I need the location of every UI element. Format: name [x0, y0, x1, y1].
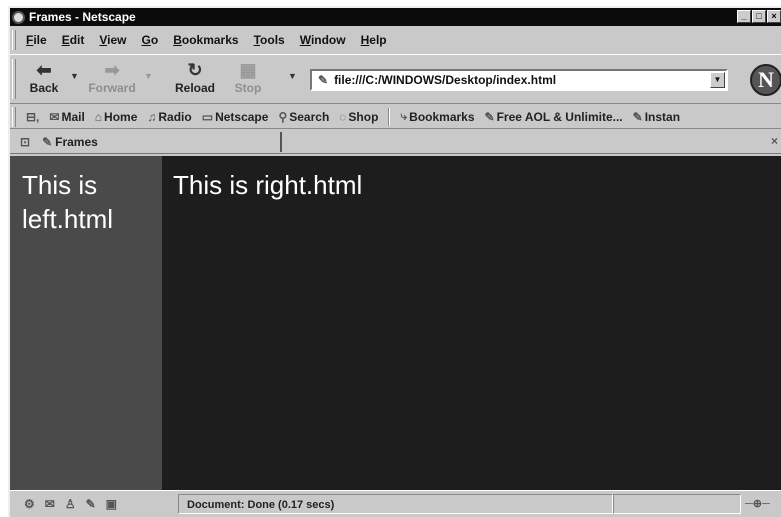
link-icon: ✎	[484, 109, 495, 124]
mail-icon[interactable]: ✉	[45, 497, 55, 511]
bookmark-folder-icon[interactable]: ⊟,	[26, 110, 39, 124]
component-bar: ⚙ ✉ ♙ ✎ ▣	[10, 497, 178, 511]
personal-item-search[interactable]: ⚲ Search	[278, 110, 329, 124]
back-arrow-icon: ⬅	[36, 60, 52, 80]
personal-item-radio[interactable]: ♫ Radio	[147, 110, 191, 124]
status-bar: ⚙ ✉ ♙ ✎ ▣ Document: Done (0.17 secs) ─⊕─	[10, 490, 781, 517]
page-icon: ✎	[42, 134, 53, 149]
left-frame: This is left.html	[10, 156, 162, 490]
home-icon: ⌂	[94, 109, 103, 124]
personal-item-free-aol[interactable]: ✎ Free AOL & Unlimite...	[485, 110, 623, 124]
navigation-toolbar: ⬅ Back ▼ ➡ Forward ▼ ↻ Reload ▦ Stop ▼ ✎…	[10, 54, 781, 104]
menu-file[interactable]: File	[26, 33, 47, 47]
menu-edit[interactable]: Edit	[62, 33, 85, 47]
security-lock-icon[interactable]: ─⊕─	[741, 494, 781, 514]
personal-toolbar: ⊟, ✉ Mail ⌂ Home ♫ Radio ▭ Netscape ⚲ Search …	[10, 105, 781, 129]
forward-arrow-icon: ➡	[104, 60, 120, 80]
tab-bar: ⊡ ✎ Frames ×	[10, 130, 781, 154]
stop-label: Stop	[234, 81, 262, 95]
new-tab-icon[interactable]: ⊡	[20, 135, 30, 149]
back-label: Back	[29, 81, 59, 95]
mail-icon: ✉	[49, 109, 60, 124]
stop-button[interactable]: ▦ Stop	[228, 59, 268, 95]
composer-icon[interactable]: ✎	[86, 497, 96, 511]
menu-help[interactable]: Help	[361, 33, 387, 47]
status-text: Document: Done (0.17 secs)	[178, 494, 613, 514]
navigator-icon[interactable]: ⚙	[24, 497, 35, 511]
history-dropdown-icon[interactable]: ▼	[288, 71, 297, 81]
menu-tools[interactable]: Tools	[254, 33, 285, 47]
menu-window[interactable]: Window	[300, 33, 346, 47]
netscape-logo[interactable]: N	[750, 64, 781, 96]
tab-label: Frames	[55, 134, 98, 149]
back-button[interactable]: ⬅ Back	[22, 59, 66, 95]
menu-go[interactable]: Go	[142, 33, 159, 47]
toolbar-separator	[388, 107, 391, 126]
window-controls: _ □ ×	[737, 10, 781, 23]
menu-view[interactable]: View	[99, 33, 126, 47]
title-bar: Frames - Netscape _ □ ×	[10, 8, 781, 26]
stop-icon: ▦	[239, 60, 257, 80]
right-frame: This is right.html	[162, 156, 781, 490]
url-dropdown-icon[interactable]: ▼	[710, 72, 725, 88]
right-frame-text: This is right.html	[173, 170, 363, 200]
back-dropdown-icon[interactable]: ▼	[70, 71, 79, 81]
address-book-icon[interactable]: ▣	[106, 497, 117, 511]
shop-icon: ◌	[339, 109, 347, 124]
progress-area	[613, 494, 741, 514]
reload-label: Reload	[174, 81, 215, 95]
personal-item-home[interactable]: ⌂ Home	[95, 110, 138, 124]
tab-frames[interactable]: ✎ Frames	[42, 131, 283, 152]
personal-item-bookmarks[interactable]: ⤷ Bookmarks	[400, 109, 474, 124]
reload-icon: ↻	[187, 60, 203, 80]
navbar-grip[interactable]	[12, 59, 16, 99]
menu-bar: File Edit View Go Bookmarks Tools Window…	[10, 28, 781, 52]
forward-label: Forward	[88, 81, 136, 95]
browser-window: Frames - Netscape _ □ × File Edit View G…	[8, 6, 781, 517]
window-title: Frames - Netscape	[29, 10, 136, 24]
netscape-icon: ▭	[201, 109, 214, 124]
aim-icon[interactable]: ♙	[65, 497, 76, 511]
page-icon: ✎	[318, 73, 329, 87]
personal-item-mail[interactable]: ✉ Mail	[49, 110, 84, 124]
maximize-button[interactable]: □	[752, 10, 766, 23]
link-icon: ✎	[632, 109, 643, 124]
minimize-button[interactable]: _	[737, 10, 751, 23]
reload-button[interactable]: ↻ Reload	[170, 59, 220, 95]
forward-dropdown-icon[interactable]: ▼	[144, 71, 153, 81]
personal-item-shop[interactable]: ◌ Shop	[339, 110, 378, 124]
bookmarks-icon: ⤷	[400, 109, 408, 123]
netscape-app-icon	[12, 10, 25, 24]
url-field[interactable]: ✎ file:///C:/WINDOWS/Desktop/index.html …	[310, 69, 728, 91]
menu-bookmarks[interactable]: Bookmarks	[173, 33, 238, 47]
forward-button[interactable]: ➡ Forward	[86, 59, 138, 95]
search-icon: ⚲	[278, 109, 288, 124]
url-text: file:///C:/WINDOWS/Desktop/index.html	[334, 73, 557, 87]
frameset: This is left.html This is right.html	[10, 156, 781, 490]
radio-icon: ♫	[147, 109, 157, 124]
left-frame-text: This is left.html	[22, 170, 114, 234]
personal-item-instant[interactable]: ✎ Instan	[633, 110, 680, 124]
close-button[interactable]: ×	[767, 10, 781, 23]
personal-item-netscape[interactable]: ▭ Netscape	[202, 110, 269, 124]
close-tab-icon[interactable]: ×	[771, 134, 778, 148]
